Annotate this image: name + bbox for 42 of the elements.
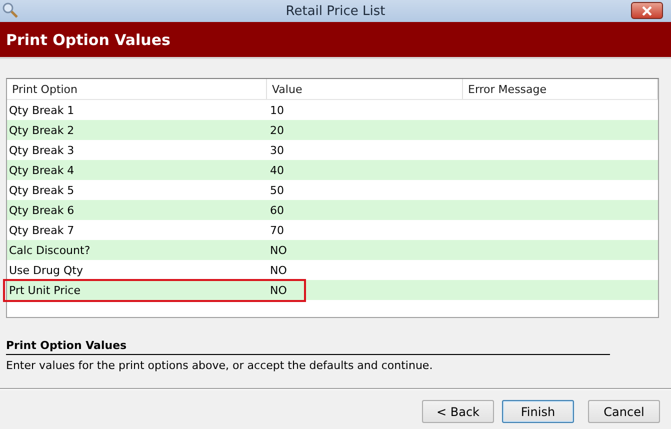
cancel-button[interactable]: Cancel	[588, 400, 660, 423]
close-icon	[641, 6, 653, 16]
close-button[interactable]	[631, 2, 663, 19]
table-cell-text: Calc Discount?	[8, 244, 92, 256]
table-row[interactable]: Qty Break 7 70	[7, 220, 658, 240]
table-cell-text: Qty Break 4	[8, 164, 76, 176]
table-cell-text: 70	[269, 224, 285, 236]
table-cell-text: Qty Break 3	[8, 144, 76, 156]
table-row[interactable]: Qty Break 3 30	[7, 140, 658, 160]
table-cell-text: Use Drug Qty	[8, 264, 84, 276]
back-button[interactable]: < Back	[422, 400, 494, 423]
table-cell-text: NO	[269, 244, 288, 256]
table-row[interactable]: Calc Discount? NO	[7, 240, 658, 260]
table-cell-text: 20	[269, 124, 285, 136]
table-cell-text: Qty Break 2	[8, 124, 76, 136]
section-title: Print Option Values	[6, 339, 610, 355]
table-row[interactable]: Qty Break 1 10	[7, 100, 658, 120]
table-cell-text: Qty Break 6	[8, 204, 76, 216]
magnifier-icon	[2, 2, 18, 18]
table-row[interactable]: Qty Break 4 40	[7, 160, 658, 180]
table-cell-text: NO	[269, 284, 288, 296]
window-title: Retail Price List	[286, 4, 386, 18]
table-cell-text: 10	[269, 104, 285, 116]
table-cell-text: Qty Break 5	[8, 184, 76, 196]
table-cell-text: 30	[269, 144, 285, 156]
finish-button[interactable]: Finish	[502, 400, 574, 423]
table-row[interactable]: Qty Break 5 50	[7, 180, 658, 200]
table-cell-text: Qty Break 7	[8, 224, 76, 236]
table-cell-text: NO	[269, 264, 288, 276]
table-row[interactable]: Use Drug Qty NO	[7, 260, 658, 280]
table-cell-text: 60	[269, 204, 285, 216]
description-text: Enter values for the print options above, or accept the defaults and continue.	[6, 359, 434, 372]
column-header: Error Message	[463, 79, 658, 99]
table-cell-text: Qty Break 1	[8, 104, 76, 116]
table-cell-text: 40	[269, 164, 285, 176]
table-row[interactable]: Qty Break 6 60	[7, 200, 658, 220]
column-header: Value	[267, 79, 463, 99]
table-cell-text: 50	[269, 184, 285, 196]
table-row[interactable]: Qty Break 2 20	[7, 120, 658, 140]
table-cell-text: Prt Unit Price	[8, 284, 82, 296]
column-header: Print Option	[7, 79, 267, 99]
page-header: Print Option Values	[0, 22, 671, 59]
